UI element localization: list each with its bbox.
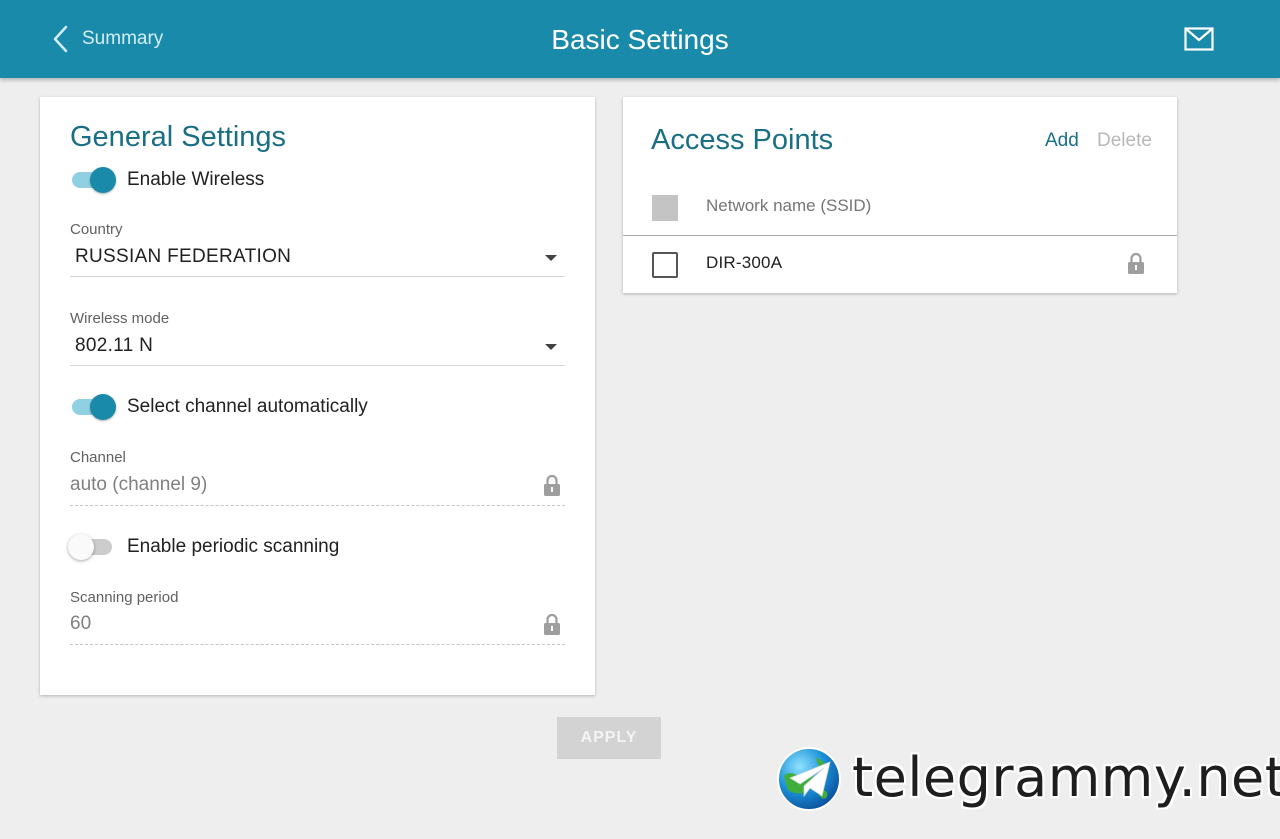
channel-label: Channel bbox=[70, 449, 126, 466]
watermark-text: telegrammy.net bbox=[852, 746, 1280, 809]
mail-icon bbox=[1184, 27, 1214, 51]
enable-wireless-toggle[interactable] bbox=[70, 165, 116, 193]
auto-channel-toggle[interactable] bbox=[70, 392, 116, 420]
telegram-globe-logo-icon bbox=[777, 747, 841, 811]
add-access-point-button[interactable]: Add bbox=[1045, 129, 1079, 153]
country-select[interactable]: RUSSIAN FEDERATION bbox=[70, 237, 565, 277]
periodic-scan-label: Enable periodic scanning bbox=[127, 536, 340, 557]
wireless-mode-value: 802.11 N bbox=[75, 335, 154, 356]
country-value: RUSSIAN FEDERATION bbox=[75, 246, 292, 267]
ssid-value: DIR-300A bbox=[706, 253, 783, 272]
lock-icon bbox=[544, 613, 560, 635]
top-bar: Summary Basic Settings bbox=[0, 0, 1280, 78]
watermark: telegrammy.net bbox=[776, 746, 1280, 812]
lock-icon bbox=[1128, 252, 1144, 274]
general-settings-title: General Settings bbox=[70, 121, 287, 153]
caret-down-icon bbox=[545, 344, 557, 350]
ssid-column-header: Network name (SSID) bbox=[706, 196, 872, 215]
scan-period-value: 60 bbox=[70, 613, 92, 634]
caret-down-icon bbox=[545, 255, 557, 261]
delete-access-point-button[interactable]: Delete bbox=[1097, 129, 1152, 153]
enable-wireless-label: Enable Wireless bbox=[127, 169, 265, 190]
row-checkbox[interactable] bbox=[652, 252, 678, 278]
select-all-checkbox[interactable] bbox=[652, 195, 678, 221]
periodic-scan-toggle[interactable] bbox=[68, 532, 116, 560]
channel-value: auto (channel 9) bbox=[70, 474, 208, 495]
general-settings-card: General Settings Enable Wireless Country… bbox=[40, 97, 595, 695]
access-points-title: Access Points bbox=[651, 124, 834, 156]
page-title: Basic Settings bbox=[551, 24, 729, 55]
lock-icon bbox=[544, 474, 560, 496]
table-divider bbox=[623, 235, 1177, 236]
wireless-mode-select[interactable]: 802.11 N bbox=[70, 326, 565, 366]
channel-field: auto (channel 9) bbox=[70, 466, 565, 506]
apply-button[interactable]: APPLY bbox=[557, 717, 661, 759]
auto-channel-label: Select channel automatically bbox=[127, 396, 368, 417]
scan-period-field: 60 bbox=[70, 605, 565, 645]
access-points-card: Access Points Add Delete Network name (S… bbox=[623, 97, 1177, 293]
messages-button[interactable] bbox=[1184, 27, 1214, 56]
